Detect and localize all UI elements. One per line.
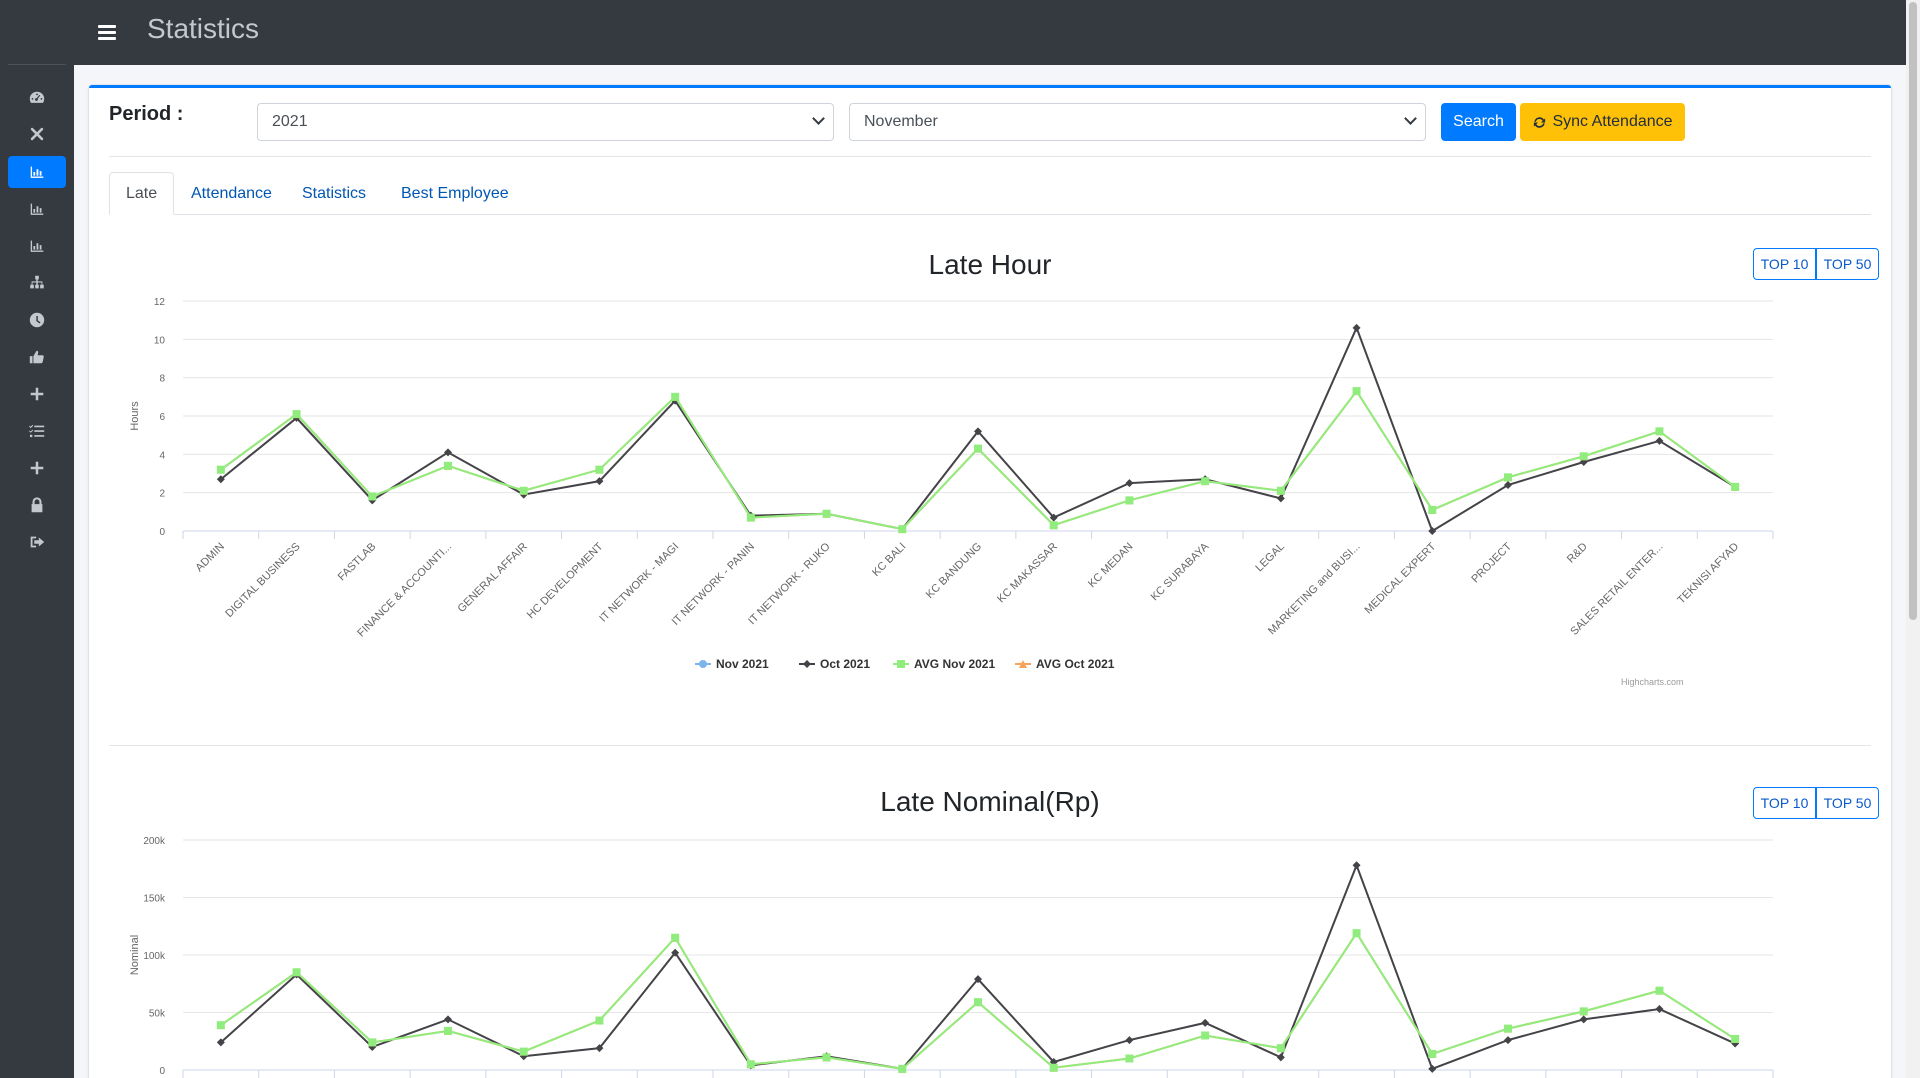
dashboard-icon — [29, 91, 45, 103]
data-point — [1125, 1054, 1134, 1063]
y-tick-label: 100k — [143, 951, 166, 962]
data-point — [1201, 1018, 1210, 1027]
sidebar-item-history[interactable] — [8, 304, 66, 336]
plus-icon — [30, 461, 44, 475]
data-point — [444, 1026, 452, 1035]
y-axis-title: Nominal — [129, 935, 141, 975]
data-point — [1504, 1024, 1512, 1033]
data-point — [746, 1060, 755, 1069]
sign-out-icon — [30, 536, 45, 548]
data-point — [974, 998, 982, 1007]
sidebar-item-logout[interactable] — [8, 526, 66, 558]
sidebar-item-tasks[interactable] — [8, 415, 66, 447]
data-point — [898, 1064, 907, 1073]
close-icon — [30, 127, 44, 141]
sidebar-item-rating[interactable] — [8, 341, 66, 373]
data-point — [1276, 1053, 1285, 1062]
y-tick-label: 0 — [159, 1066, 165, 1077]
task-list-icon — [29, 424, 45, 438]
data-point — [1579, 1007, 1588, 1016]
data-point — [822, 1053, 831, 1062]
data-point — [292, 968, 301, 977]
sidebar — [0, 0, 74, 1078]
data-point — [1428, 1049, 1437, 1058]
data-point — [1731, 1034, 1740, 1043]
top-navbar: Statistics — [74, 0, 1906, 65]
sidebar-item-close[interactable] — [8, 118, 66, 150]
data-point — [368, 1038, 377, 1047]
data-point — [1276, 1044, 1285, 1053]
statistics-card: Period : 2021 November Search Sync Atten… — [89, 85, 1891, 1078]
data-point — [595, 1016, 604, 1025]
data-point — [1201, 1031, 1210, 1040]
late-nominal-chart: 0 50k 100k 150k 200k Nominal — [129, 836, 1774, 1078]
sidebar-item-chart-3[interactable] — [8, 230, 66, 262]
clock-icon — [29, 312, 45, 328]
data-point — [671, 933, 680, 942]
data-point — [1049, 1063, 1058, 1072]
thumbs-up-icon — [29, 350, 44, 364]
scrollbar-thumb[interactable] — [1909, 2, 1917, 620]
chart-bar-icon — [30, 240, 44, 252]
data-point — [1125, 1036, 1134, 1045]
data-point — [1655, 986, 1664, 995]
sidebar-item-organization[interactable] — [8, 267, 66, 299]
sidebar-divider — [8, 64, 66, 65]
data-point — [216, 1021, 225, 1030]
sidebar-item-security[interactable] — [8, 489, 66, 521]
lock-icon — [31, 497, 43, 513]
y-tick-label: 200k — [143, 836, 166, 847]
sidebar-item-statistics[interactable] — [8, 156, 66, 188]
y-tick-label: 150k — [143, 894, 166, 905]
plus-icon — [30, 387, 44, 401]
menu-toggle-icon[interactable] — [96, 22, 118, 44]
data-point — [444, 1015, 452, 1024]
data-point — [1579, 1015, 1588, 1024]
data-point — [1352, 861, 1361, 870]
sidebar-item-add-2[interactable] — [8, 452, 66, 484]
chart-bar-icon — [30, 203, 44, 215]
sidebar-item-dashboard[interactable] — [8, 82, 66, 114]
page-title: Statistics — [147, 13, 260, 44]
data-point — [1428, 1064, 1437, 1073]
sidebar-item-chart-2[interactable] — [8, 193, 66, 225]
data-point — [519, 1047, 528, 1056]
vertical-scrollbar[interactable] — [1906, 0, 1920, 1078]
sitemap-icon — [30, 275, 44, 289]
data-point — [1352, 929, 1361, 938]
sidebar-item-add[interactable] — [8, 378, 66, 410]
chart-bar-icon — [30, 166, 44, 178]
data-point — [1504, 1036, 1512, 1045]
y-tick-label: 50k — [149, 1009, 166, 1020]
data-point — [1655, 1005, 1664, 1014]
